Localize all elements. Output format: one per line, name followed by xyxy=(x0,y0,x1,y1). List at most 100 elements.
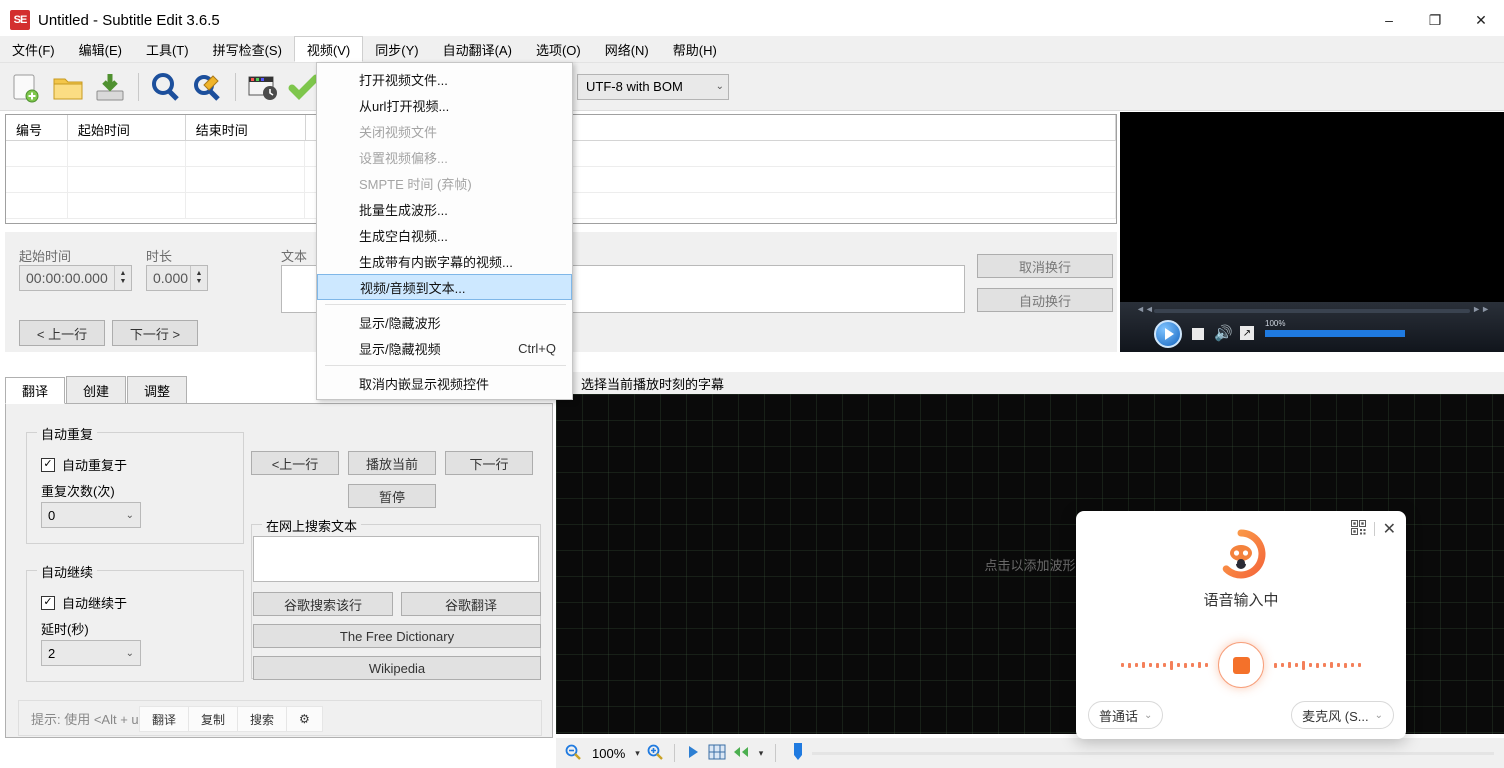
menuitem-batch-generate-waveform[interactable]: 批量生成波形... xyxy=(317,196,572,222)
grid-icon[interactable] xyxy=(707,743,727,764)
zoom-dropdown-icon[interactable]: ▾ xyxy=(635,748,640,759)
menu-autotranslate[interactable]: 自动翻译(A) xyxy=(431,36,524,62)
next-line-play-button[interactable]: 下一行 xyxy=(445,451,533,475)
start-time-spinner[interactable]: ▲ ▼ xyxy=(114,266,131,290)
maximize-button[interactable]: ❐ xyxy=(1412,0,1458,40)
cell xyxy=(67,141,186,167)
column-start-time[interactable]: 起始时间 xyxy=(67,115,186,140)
auto-repeat-group: 自动重复 ✓ 自动重复于 重复次数(次) 0 ⌄ xyxy=(26,424,244,544)
menuitem-toggle-waveform[interactable]: 显示/隐藏波形 xyxy=(317,309,572,335)
mini-translate-button[interactable]: 翻译 xyxy=(140,707,190,731)
menu-edit[interactable]: 编辑(E) xyxy=(67,36,134,62)
chevron-down-icon: ⌄ xyxy=(1374,709,1383,721)
google-translate-button[interactable]: 谷歌翻译 xyxy=(401,592,541,616)
menu-file[interactable]: 文件(F) xyxy=(0,36,67,62)
waveform-playhead-handle[interactable] xyxy=(790,741,806,766)
unbreak-button[interactable]: 取消换行 xyxy=(977,254,1113,278)
open-folder-icon[interactable] xyxy=(48,67,88,107)
waveform-options-dropdown-icon[interactable]: ▾ xyxy=(759,748,764,759)
menu-sync[interactable]: 同步(Y) xyxy=(363,36,430,62)
fast-forward-icon[interactable] xyxy=(733,744,753,763)
menuitem-smpte-timing: SMPTE 时间 (弃帧) xyxy=(359,176,472,192)
autobreak-button[interactable]: 自动换行 xyxy=(977,288,1113,312)
duration-input[interactable]: 0.000 ▲ ▼ xyxy=(146,265,208,291)
speaker-icon[interactable]: 🔊 xyxy=(1214,326,1233,341)
delay-select[interactable]: 2 ⌄ xyxy=(41,640,141,666)
column-number[interactable]: 编号 xyxy=(6,115,68,140)
video-menu-dropdown: 打开视频文件... 从url打开视频... 关闭视频文件 设置视频偏移... S… xyxy=(316,62,573,400)
auto-continue-checkbox[interactable]: ✓ 自动继续于 xyxy=(41,593,127,612)
start-time-input[interactable]: 00:00:00.000 ▲ ▼ xyxy=(19,265,132,291)
main-toolbar: rt) ⌄ 编码方式 UTF-8 with BOM ⌄ xyxy=(0,63,1504,111)
wikipedia-button[interactable]: Wikipedia xyxy=(253,656,541,680)
menu-network[interactable]: 网络(N) xyxy=(593,36,661,62)
play-icon[interactable] xyxy=(685,744,701,763)
menuitem-open-video-file[interactable]: 打开视频文件... xyxy=(317,66,572,92)
encoding-combobox[interactable]: UTF-8 with BOM ⌄ xyxy=(577,73,730,100)
google-search-line-button[interactable]: 谷歌搜索该行 xyxy=(253,592,393,616)
zoom-in-icon[interactable] xyxy=(646,743,664,764)
duration-spinner[interactable]: ▲ ▼ xyxy=(190,266,207,290)
menuitem-generate-blank-video[interactable]: 生成空白视频... xyxy=(317,222,572,248)
menu-options[interactable]: 选项(O) xyxy=(524,36,593,62)
auto-repeat-checkbox[interactable]: ✓ 自动重复于 xyxy=(41,455,127,474)
find-icon[interactable] xyxy=(145,67,185,107)
video-screen[interactable] xyxy=(1120,112,1504,302)
qr-keyboard-icon[interactable] xyxy=(1350,520,1366,538)
menu-video[interactable]: 视频(V) xyxy=(293,36,364,62)
volume-label: 100% xyxy=(1265,319,1286,328)
menuitem-open-video-from-url[interactable]: 从url打开视频... xyxy=(317,92,572,118)
toolbar-separator xyxy=(138,72,139,101)
menuitem-toggle-video-label: 显示/隐藏视频 xyxy=(359,341,441,357)
auto-continue-group: 自动继续 ✓ 自动继续于 延时(秒) 2 ⌄ xyxy=(26,562,244,682)
menu-spellcheck[interactable]: 拼写检查(S) xyxy=(201,36,294,62)
mini-copy-button[interactable]: 复制 xyxy=(189,707,239,731)
menuitem-undock-video-controls[interactable]: 取消内嵌显示视频控件 xyxy=(317,370,572,396)
menuitem-video-audio-to-text[interactable]: 视频/音频到文本... xyxy=(317,274,572,300)
waveform-toolbar-separator xyxy=(775,744,777,762)
save-icon[interactable] xyxy=(90,67,130,107)
seek-forward-icon[interactable]: ►► xyxy=(1472,304,1490,314)
menu-tools[interactable]: 工具(T) xyxy=(134,36,201,62)
minimize-button[interactable]: – xyxy=(1366,0,1412,40)
next-line-button[interactable]: 下一行 > xyxy=(112,320,198,346)
play-current-button[interactable]: 播放当前 xyxy=(348,451,436,475)
sync-timing-icon[interactable] xyxy=(242,67,282,107)
start-time-value: 00:00:00.000 xyxy=(26,270,108,286)
replace-icon[interactable] xyxy=(187,67,227,107)
stop-recording-icon[interactable] xyxy=(1218,642,1264,688)
fullscreen-icon[interactable]: ↗ xyxy=(1240,326,1254,340)
bottom-tab-panel: 翻译 创建 调整 自动重复 ✓ 自动重复于 重复次数(次) 0 ⌄ 自动继续 ✓… xyxy=(5,376,553,738)
video-seek-bar[interactable] xyxy=(1154,309,1470,313)
prev-line-play-button[interactable]: <上一行 xyxy=(251,451,339,475)
zoom-out-icon[interactable] xyxy=(564,743,582,764)
new-file-icon[interactable] xyxy=(6,67,46,107)
mini-search-button[interactable]: 搜索 xyxy=(238,707,288,731)
seek-back-icon[interactable]: ◄◄ xyxy=(1136,304,1154,314)
free-dictionary-button[interactable]: The Free Dictionary xyxy=(253,624,541,648)
menuitem-toggle-video[interactable]: 显示/隐藏视频 Ctrl+Q xyxy=(317,335,572,361)
web-search-input[interactable] xyxy=(253,536,539,582)
volume-slider[interactable] xyxy=(1265,330,1405,337)
pause-button[interactable]: 暂停 xyxy=(348,484,436,508)
microphone-selector[interactable]: 麦克风 (S... ⌄ xyxy=(1291,701,1394,729)
close-icon[interactable]: ✕ xyxy=(1383,519,1396,539)
waveform-scrollbar[interactable] xyxy=(812,751,1494,755)
menu-help[interactable]: 帮助(H) xyxy=(661,36,729,62)
tab-create[interactable]: 创建 xyxy=(66,376,127,403)
column-end-time[interactable]: 结束时间 xyxy=(185,115,306,140)
mini-settings-icon[interactable]: ⚙ xyxy=(287,707,322,731)
microphone-value: 麦克风 (S... xyxy=(1302,708,1369,724)
menuitem-generate-video-with-burned-subtitles[interactable]: 生成带有内嵌字幕的视频... xyxy=(317,248,572,274)
tab-translate[interactable]: 翻译 xyxy=(5,377,66,404)
close-button[interactable]: ✕ xyxy=(1458,0,1504,40)
play-icon[interactable] xyxy=(1154,320,1182,348)
stop-icon[interactable] xyxy=(1192,328,1204,340)
repeat-count-select[interactable]: 0 ⌄ xyxy=(41,502,141,528)
delay-value: 2 xyxy=(48,645,56,661)
waveform-placeholder: 点击以添加波形 xyxy=(984,557,1076,573)
tab-adjust[interactable]: 调整 xyxy=(127,376,188,403)
prev-line-button[interactable]: < 上一行 xyxy=(19,320,105,346)
video-player-panel: ◄◄ ►► 🔊 ↗ 100% xyxy=(1120,112,1504,352)
language-selector[interactable]: 普通话 ⌄ xyxy=(1088,701,1164,729)
